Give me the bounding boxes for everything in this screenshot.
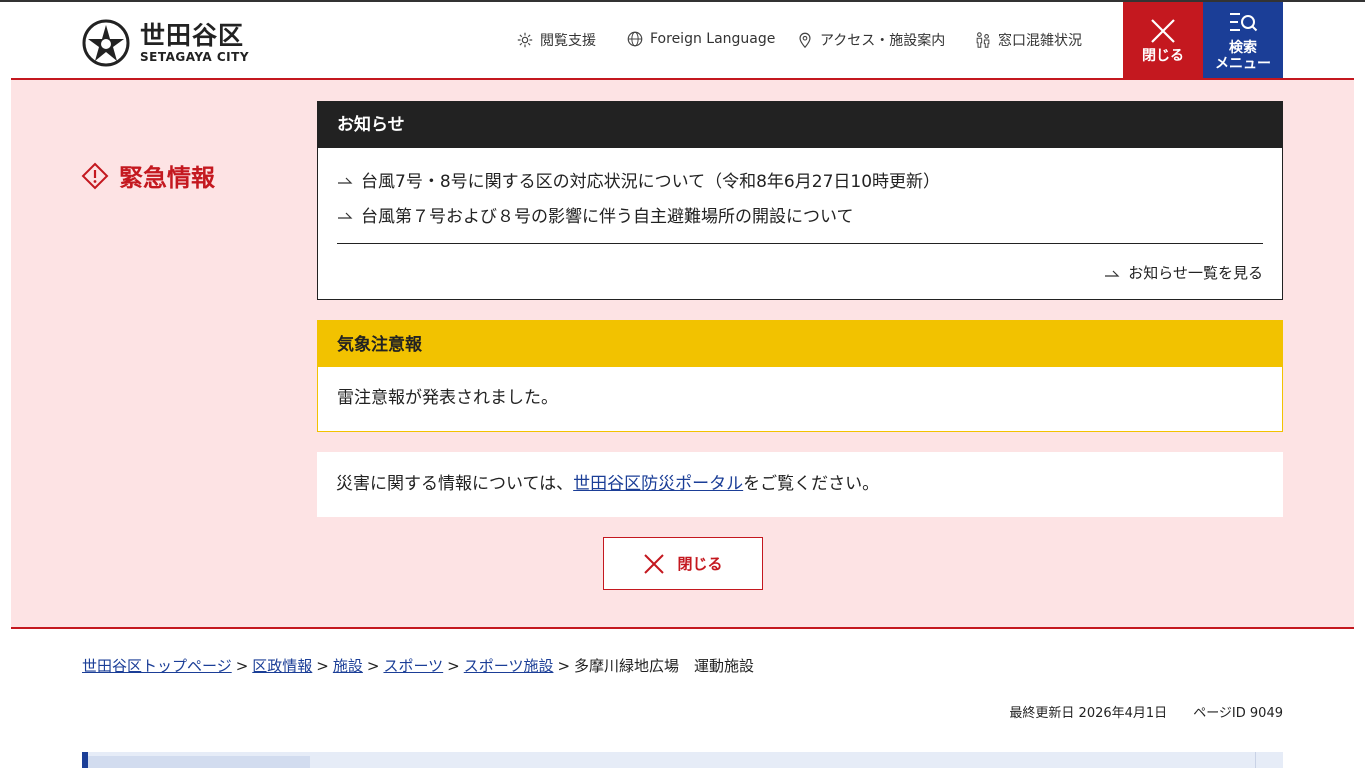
search-menu-label-2: メニュー (1215, 56, 1271, 72)
arrow-right-icon (338, 212, 353, 219)
emergency-heading: 緊急情報 (81, 158, 215, 193)
page-id: ページID 9049 (1193, 706, 1283, 721)
chevron-down-icon[interactable] (1255, 752, 1283, 768)
site-header: 世田谷区 SETAGAYA CITY 閲覧支援 Foreign Language… (0, 0, 1365, 80)
weather-advisory-box: 気象注意報 雷注意報が発表されました。 (317, 320, 1283, 432)
logo-english: SETAGAYA CITY (140, 50, 250, 64)
util-access-label: アクセス・施設案内 (820, 33, 946, 49)
warning-diamond-icon (81, 162, 109, 189)
search-menu-icon (1230, 13, 1258, 32)
search-menu-button[interactable]: 検索 メニュー (1203, 2, 1283, 80)
util-access[interactable]: アクセス・施設案内 (796, 30, 945, 50)
emergency-close-label: 閉じる (677, 555, 723, 573)
gear-icon (517, 32, 533, 48)
search-menu-label-1: 検索 (1229, 40, 1257, 56)
weather-advisory-title: 気象注意報 (318, 321, 1282, 367)
util-counter-congestion[interactable]: 窓口混雑状況 (974, 30, 1082, 50)
notice-list: 台風7号・8号に関する区の対応状況について（令和8年6月27日10時更新） 台風… (318, 148, 1282, 232)
content-tab[interactable] (88, 756, 310, 768)
notice-item[interactable]: 台風第７号および８号の影響に伴う自主避難場所の開設について (337, 197, 1263, 232)
logo-japanese: 世田谷区 (140, 21, 245, 50)
portal-prefix: 災害に関する情報については、 (336, 474, 574, 494)
breadcrumb-link-facilities[interactable]: 施設 (333, 657, 363, 675)
breadcrumb: 世田谷区トップページ > 区政情報 > 施設 > スポーツ > スポーツ施設 > 多摩川緑地広場 運… (82, 655, 754, 676)
site-logo[interactable]: 世田谷区 SETAGAYA CITY (82, 18, 249, 68)
content-tab-strip (82, 752, 1283, 768)
notice-title: お知らせ (318, 102, 1282, 148)
header-close-label: 閉じる (1142, 48, 1184, 64)
breadcrumb-separator: > (447, 657, 460, 675)
last-updated: 最終更新日 2026年4月1日 (1009, 706, 1168, 721)
util-foreign-language-label: Foreign Language (650, 31, 776, 47)
close-icon (1151, 19, 1175, 43)
setagaya-emblem-icon (82, 19, 130, 67)
arrow-right-icon (1105, 270, 1120, 277)
util-accessibility-label: 閲覧支援 (540, 33, 596, 49)
emergency-panel: 緊急情報 お知らせ 台風7号・8号に関する区の対応状況について（令和8年6月27… (11, 78, 1354, 629)
notice-item[interactable]: 台風7号・8号に関する区の対応状況について（令和8年6月27日10時更新） (337, 162, 1263, 197)
notice-more-label: お知らせ一覧を見る (1128, 264, 1263, 282)
page-meta: 最終更新日 2026年4月1日 ページID 9049 (1009, 702, 1283, 721)
notice-item-label: 台風第７号および８号の影響に伴う自主避難場所の開設について (361, 207, 854, 227)
breadcrumb-separator: > (316, 657, 329, 675)
map-pin-icon (799, 32, 811, 49)
disaster-portal-link[interactable]: 世田谷区防災ポータル (573, 474, 743, 494)
disaster-portal-box: 災害に関する情報については、世田谷区防災ポータルをご覧ください。 (317, 452, 1283, 517)
util-accessibility[interactable]: 閲覧支援 (516, 30, 596, 50)
util-foreign-language[interactable]: Foreign Language (626, 30, 775, 48)
globe-icon (627, 31, 643, 47)
notice-more-link[interactable]: お知らせ一覧を見る (1104, 262, 1263, 283)
weather-advisory-body: 雷注意報が発表されました。 (337, 388, 558, 408)
people-icon (976, 32, 990, 48)
notice-item-label: 台風7号・8号に関する区の対応状況について（令和8年6月27日10時更新） (361, 172, 941, 192)
close-icon (644, 553, 665, 574)
breadcrumb-link-top[interactable]: 世田谷区トップページ (82, 657, 232, 675)
util-counter-congestion-label: 窓口混雑状況 (998, 33, 1082, 49)
breadcrumb-separator: > (557, 657, 571, 675)
breadcrumb-separator: > (366, 657, 380, 675)
notice-box: お知らせ 台風7号・8号に関する区の対応状況について（令和8年6月27日10時更… (317, 101, 1283, 300)
breadcrumb-current: 多摩川緑地広場 運動施設 (574, 657, 755, 675)
notice-divider (337, 243, 1263, 244)
breadcrumb-link-government[interactable]: 区政情報 (252, 657, 312, 675)
emergency-close-button[interactable]: 閉じる (603, 537, 763, 590)
breadcrumb-link-sports[interactable]: スポーツ (383, 657, 443, 675)
breadcrumb-link-sports-facilities[interactable]: スポーツ施設 (464, 657, 554, 675)
emergency-heading-text: 緊急情報 (119, 164, 215, 192)
header-close-button[interactable]: 閉じる (1123, 2, 1203, 80)
arrow-right-icon (338, 177, 353, 184)
portal-suffix: をご覧ください。 (743, 474, 880, 494)
breadcrumb-separator: > (235, 657, 249, 675)
